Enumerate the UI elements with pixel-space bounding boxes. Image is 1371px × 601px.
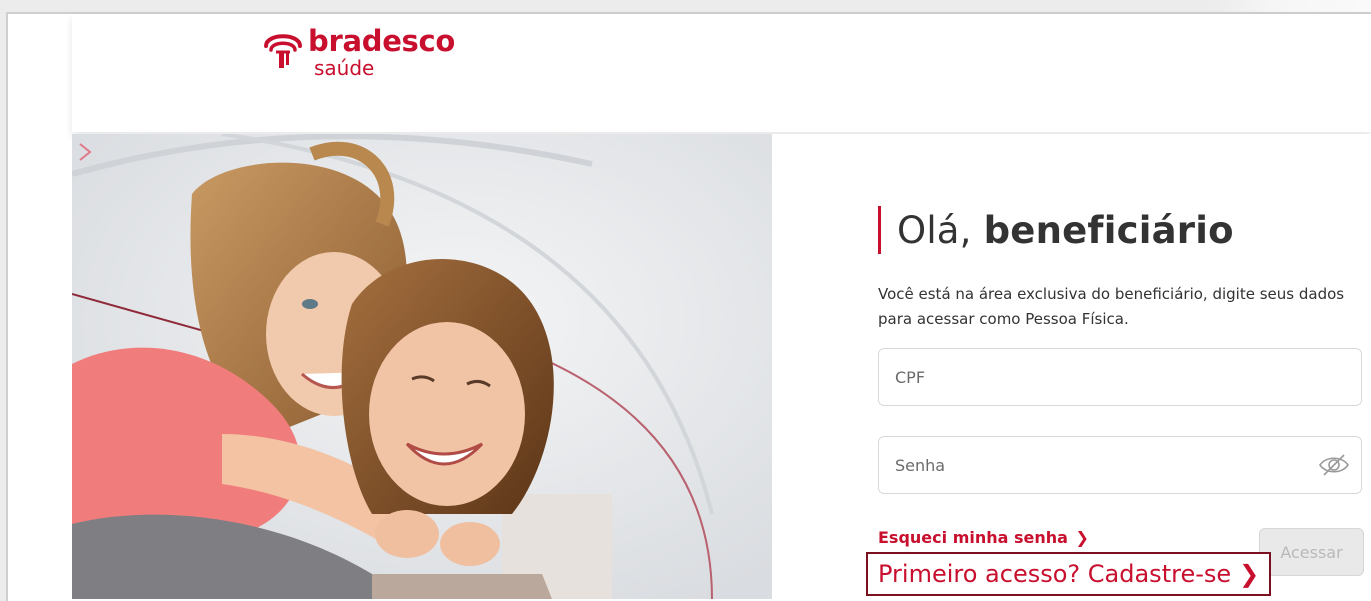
greeting-title: Olá, beneficiário [878, 206, 1234, 254]
cpf-field [878, 348, 1362, 406]
login-description: Você está na área exclusiva do beneficiá… [878, 285, 1345, 328]
bradesco-saude-logo[interactable]: bradesco saúde [262, 24, 455, 78]
forgot-password-label: Esqueci minha senha [878, 528, 1068, 547]
greeting-bold: beneficiário [983, 208, 1234, 252]
password-field [878, 436, 1362, 494]
enter-button[interactable]: Acessar [1259, 528, 1364, 576]
cpf-input[interactable] [879, 349, 1295, 405]
chevron-right-icon: ❯ [1239, 560, 1260, 588]
eye-slash-icon[interactable] [1317, 452, 1351, 478]
password-input[interactable] [879, 437, 1295, 493]
title-accent-bar [878, 206, 881, 254]
background-shade [1211, 0, 1371, 12]
first-access-link[interactable]: Primeiro acesso? Cadastre-se ❯ [866, 552, 1272, 596]
greeting-prefix: Olá, [897, 208, 984, 252]
forgot-password-link[interactable]: Esqueci minha senha ❯ [878, 528, 1089, 547]
login-panel: Olá, beneficiário Você está na área excl… [772, 134, 1371, 599]
site-header: bradesco saúde [72, 14, 1371, 132]
chevron-right-icon: ❯ [1069, 528, 1089, 547]
bradesco-tree-icon [264, 34, 302, 68]
hero-photo [72, 134, 772, 599]
first-access-label: Primeiro acesso? Cadastre-se [878, 560, 1232, 588]
logo-sub-text: saúde [314, 56, 375, 80]
logo-brand-text: bradesco [308, 24, 456, 58]
